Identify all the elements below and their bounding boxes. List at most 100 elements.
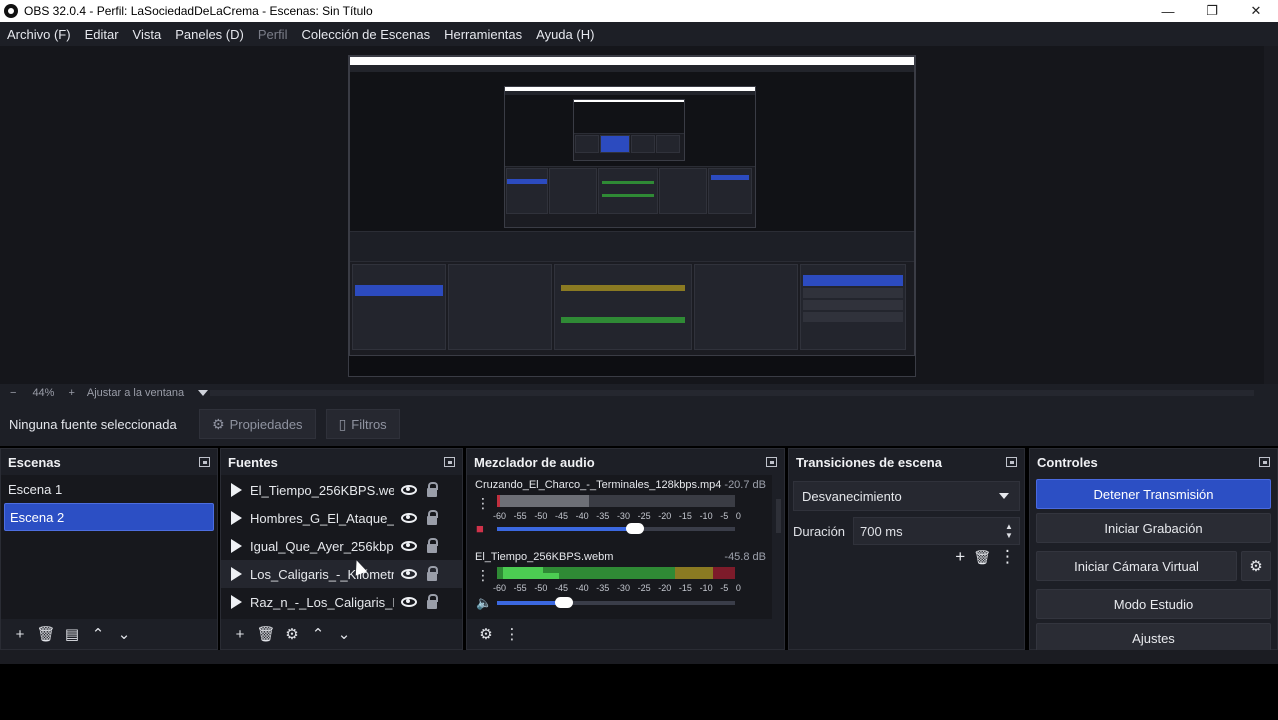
channel-menu-icon[interactable]: ⋮: [476, 495, 490, 512]
restore-button[interactable]: ❐: [1190, 3, 1234, 19]
preview-canvas[interactable]: [348, 55, 916, 377]
move-down-chevron-icon[interactable]: ⌄: [111, 621, 137, 647]
menu-perfil[interactable]: Perfil: [251, 27, 295, 42]
settings-button[interactable]: Ajustes: [1036, 623, 1271, 653]
scenes-title: Escenas: [8, 454, 61, 470]
volume-slider[interactable]: [497, 597, 735, 608]
duration-input[interactable]: 700 ms ▲ ▼: [853, 517, 1020, 545]
lock-icon[interactable]: [427, 537, 438, 553]
controls-title: Controles: [1037, 454, 1098, 470]
scale-tick-label: -45: [554, 583, 568, 593]
stop-streaming-button[interactable]: Detener Transmisión: [1036, 479, 1271, 509]
muted-speaker-icon[interactable]: ■: [476, 521, 484, 536]
studio-mode-button[interactable]: Modo Estudio: [1036, 589, 1271, 619]
scale-tick-label: -55: [513, 511, 527, 521]
lock-icon[interactable]: [427, 565, 438, 581]
scale-tick-label: -40: [575, 511, 589, 521]
mixer-menu-icon[interactable]: ⋮: [499, 621, 525, 647]
horizontal-scrollbar[interactable]: [210, 390, 1254, 396]
play-icon[interactable]: [231, 567, 242, 581]
zoom-dropdown-icon[interactable]: [198, 390, 209, 396]
remove-scene-trash-icon[interactable]: 🗑: [33, 621, 59, 647]
virtual-cam-row: Iniciar Cámara Virtual ⚙: [1030, 547, 1277, 585]
play-icon[interactable]: [231, 483, 242, 497]
add-scene-button[interactable]: +: [7, 621, 33, 647]
virtual-camera-gear-icon[interactable]: ⚙: [1241, 551, 1271, 581]
source-name: Igual_Que_Ayer_256kbps.webm: [250, 538, 394, 554]
source-properties-gear-icon[interactable]: ⚙: [279, 621, 305, 647]
preview-vertical-scrollbar[interactable]: [1264, 46, 1278, 384]
lock-icon[interactable]: [427, 481, 438, 497]
lock-icon[interactable]: [427, 509, 438, 525]
channel-menu-icon[interactable]: ⋮: [476, 567, 490, 584]
volume-slider[interactable]: [497, 523, 735, 534]
undock-icon[interactable]: [766, 457, 777, 467]
scene-filters-icon[interactable]: ▤: [59, 621, 85, 647]
eye-icon[interactable]: [401, 513, 417, 523]
menu-archivo[interactable]: Archivo (F): [0, 27, 78, 42]
undock-icon[interactable]: [1259, 457, 1270, 467]
start-recording-button[interactable]: Iniciar Grabación: [1036, 513, 1271, 543]
start-virtual-camera-button[interactable]: Iniciar Cámara Virtual: [1036, 551, 1237, 581]
eye-icon[interactable]: [401, 485, 417, 495]
nested-obs-capture: [349, 56, 915, 356]
title-bar: OBS 32.0.4 - Perfil: LaSociedadDeLaCrema…: [0, 0, 1278, 22]
menu-herramientas[interactable]: Herramientas: [437, 27, 529, 42]
transition-actions: + 🗑 ⋮: [955, 547, 1016, 567]
add-transition-icon[interactable]: +: [955, 547, 965, 567]
preview-area[interactable]: [0, 46, 1278, 384]
source-item[interactable]: Igual_Que_Ayer_256kbps.webm: [221, 532, 462, 560]
scene-item-escena-2[interactable]: Escena 2: [4, 503, 214, 531]
menu-coleccion-escenas[interactable]: Colección de Escenas: [294, 27, 437, 42]
mixer-title: Mezclador de audio: [474, 454, 595, 470]
transition-select[interactable]: Desvanecimiento: [793, 481, 1020, 511]
scale-tick-label: -25: [637, 511, 651, 521]
source-item[interactable]: Raz_n_-_Los_Caligaris_Letra: [221, 588, 462, 616]
eye-icon[interactable]: [401, 541, 417, 551]
menu-editar[interactable]: Editar: [78, 27, 126, 42]
source-name: Hombres_G_El_Ataque_de: [250, 510, 394, 526]
play-icon[interactable]: [231, 511, 242, 525]
source-item[interactable]: Los_Caligaris_-_Kilómetros: [221, 560, 462, 588]
transition-menu-icon[interactable]: ⋮: [999, 547, 1016, 567]
duration-stepper[interactable]: ▲ ▼: [999, 522, 1019, 540]
properties-label: Propiedades: [229, 416, 303, 432]
zoom-in-button[interactable]: +: [68, 387, 74, 399]
remove-source-trash-icon[interactable]: 🗑: [253, 621, 279, 647]
menu-paneles[interactable]: Paneles (D): [168, 27, 251, 42]
filters-button[interactable]: ▯ Filtros: [325, 409, 400, 439]
zoom-out-button[interactable]: −: [10, 387, 16, 399]
speaker-icon[interactable]: 🔈: [476, 595, 492, 611]
source-item[interactable]: Hombres_G_El_Ataque_de: [221, 504, 462, 532]
properties-button[interactable]: ⚙ Propiedades: [199, 409, 316, 439]
minimize-button[interactable]: —: [1146, 4, 1190, 19]
volume-knob[interactable]: [554, 597, 573, 608]
lock-icon[interactable]: [427, 593, 438, 609]
source-name: El_Tiempo_256KBPS.webm: [250, 482, 394, 498]
scale-tick-label: -15: [678, 511, 692, 521]
undock-icon[interactable]: [199, 457, 210, 467]
close-button[interactable]: ✕: [1234, 3, 1278, 19]
move-down-chevron-icon[interactable]: ⌄: [331, 621, 357, 647]
sources-toolbar: + 🗑 ⚙ ⌃ ⌄: [221, 619, 462, 649]
move-up-chevron-icon[interactable]: ⌃: [305, 621, 331, 647]
advanced-audio-gear-icon[interactable]: ⚙: [473, 621, 499, 647]
remove-transition-trash-icon[interactable]: 🗑: [973, 549, 991, 566]
mixer-scrollbar[interactable]: [776, 499, 781, 533]
scene-item-escena-1[interactable]: Escena 1: [1, 475, 217, 503]
play-icon[interactable]: [231, 539, 242, 553]
menu-vista[interactable]: Vista: [126, 27, 169, 42]
scale-tick-label: -50: [534, 511, 548, 521]
sources-dock-header: Fuentes: [221, 449, 462, 475]
eye-icon[interactable]: [401, 569, 417, 579]
move-up-chevron-icon[interactable]: ⌃: [85, 621, 111, 647]
eye-icon[interactable]: [401, 597, 417, 607]
undock-icon[interactable]: [1006, 457, 1017, 467]
add-source-button[interactable]: +: [227, 621, 253, 647]
menu-ayuda[interactable]: Ayuda (H): [529, 27, 601, 42]
volume-knob[interactable]: [626, 523, 645, 534]
undock-icon[interactable]: [444, 457, 455, 467]
play-icon[interactable]: [231, 595, 242, 609]
source-item[interactable]: El_Tiempo_256KBPS.webm: [221, 476, 462, 504]
scale-tick-label: -40: [575, 583, 589, 593]
